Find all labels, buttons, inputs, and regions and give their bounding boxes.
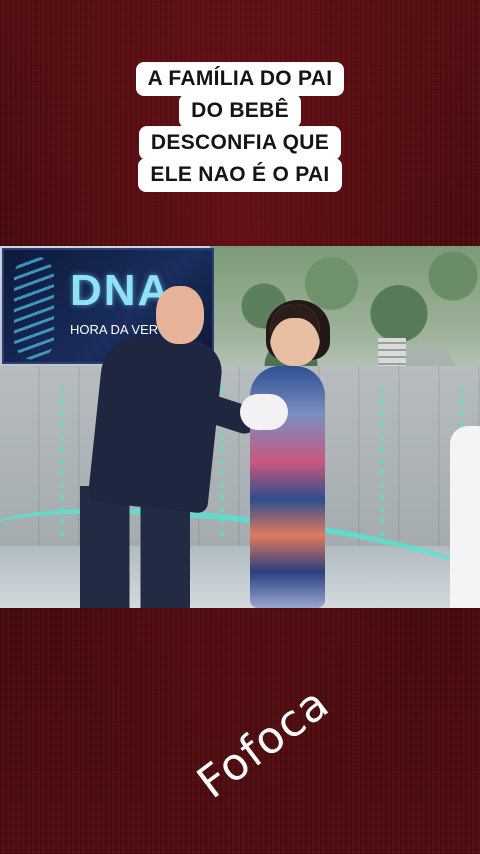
dna-helix-icon bbox=[14, 256, 54, 360]
woman-head bbox=[270, 304, 320, 366]
video-caption: A FAMÍLIA DO PAI DO BEBÊ DESCONFIA QUE E… bbox=[0, 62, 480, 192]
caption-line-4: ELE NAO É O PAI bbox=[138, 158, 342, 192]
tv-show-video-frame[interactable]: DNA HORA DA VER bbox=[0, 246, 480, 608]
show-logo-subtitle: HORA DA VER bbox=[70, 322, 159, 337]
partial-person-right bbox=[450, 426, 480, 608]
host-suit bbox=[87, 332, 225, 514]
caption-line-1: A FAMÍLIA DO PAI bbox=[135, 62, 345, 96]
caption-line-2: DO BEBÊ bbox=[179, 94, 301, 128]
caption-line-3: DESCONFIA QUE bbox=[138, 126, 342, 160]
host-head bbox=[156, 286, 204, 344]
baby-in-blanket bbox=[240, 394, 288, 430]
